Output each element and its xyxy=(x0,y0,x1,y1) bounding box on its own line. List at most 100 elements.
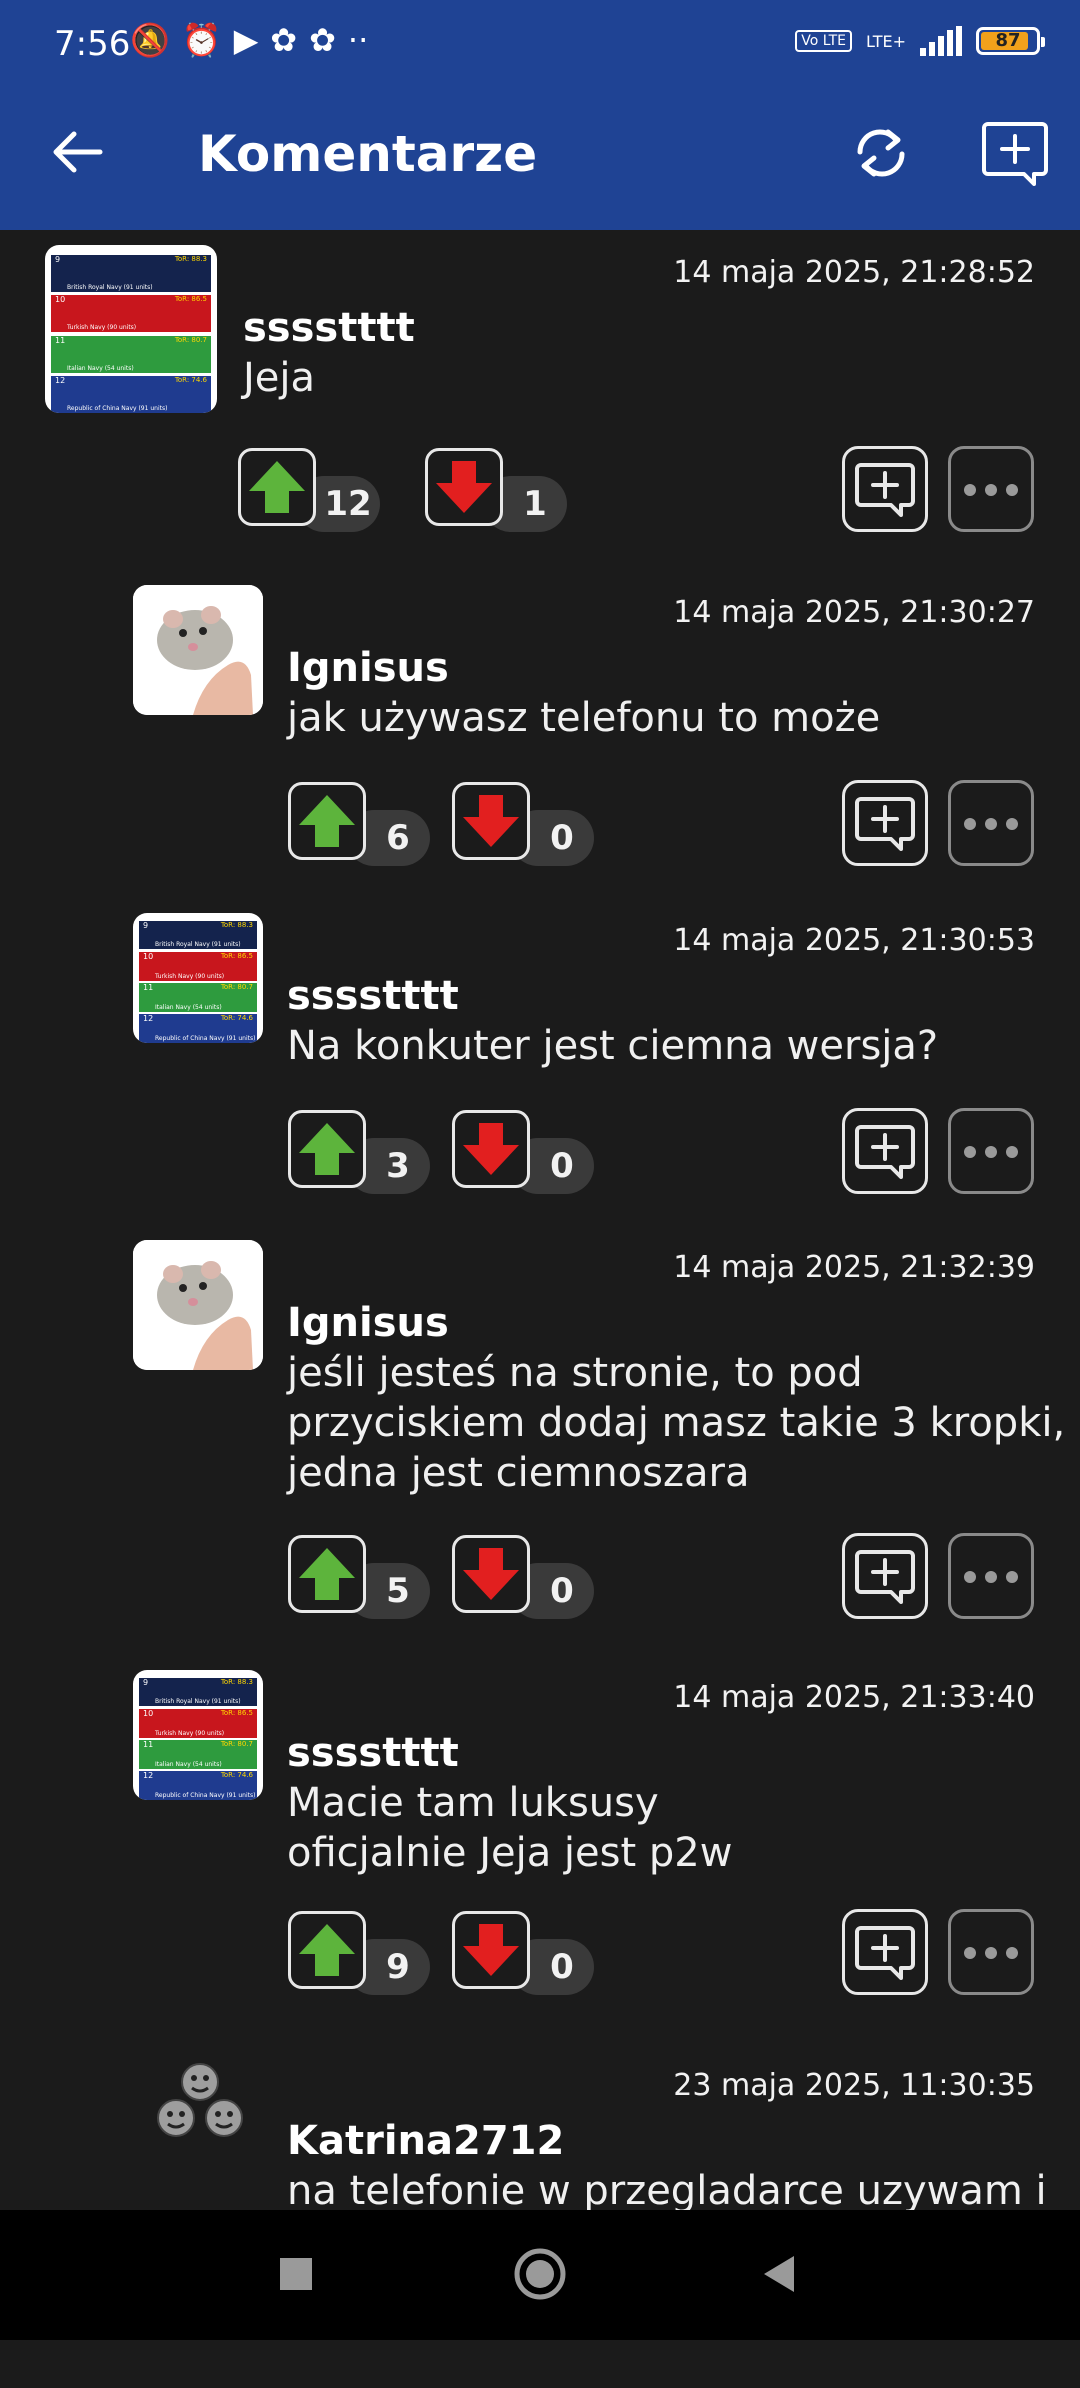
comment-date: 14 maja 2025, 21:30:53 xyxy=(673,923,1035,958)
comment-date: 23 maja 2025, 11:30:35 xyxy=(673,2068,1035,2103)
home-icon[interactable] xyxy=(512,2246,568,2302)
volte-icon: Vo LTE xyxy=(795,30,852,52)
system-navigation-bar xyxy=(0,2210,1080,2340)
flag-row: 12 Republic of China Navy (91 units) ToR: … xyxy=(51,376,211,413)
status-bar: 7:56 🔕 ⏰ ▶ ✿ ✿ ·· Vo LTE LTE+ 87 xyxy=(0,0,1080,95)
more-options-icon xyxy=(951,1940,1031,1961)
more-notifications-icon: ·· xyxy=(347,21,369,59)
more-options-icon xyxy=(951,811,1031,832)
downvote-arrow-icon xyxy=(436,461,492,513)
downvote-button[interactable] xyxy=(452,1535,530,1613)
upvote-arrow-icon xyxy=(299,795,355,847)
avatar[interactable]: 9 British Royal Navy (91 units) ToR: 88.3 1… xyxy=(133,1670,263,1800)
downvote-button[interactable] xyxy=(452,1911,530,1989)
app-notification-icon: ✿ xyxy=(309,21,336,59)
downvote-arrow-icon xyxy=(463,1548,519,1600)
flag-row: 11 Italian Navy (54 units) ToR: 80.7 xyxy=(51,335,211,373)
more-options-button[interactable] xyxy=(948,780,1034,866)
reply-button[interactable] xyxy=(842,1909,928,1995)
comment-text: jak używasz telefonu to może xyxy=(287,695,881,741)
avatar[interactable] xyxy=(133,1240,263,1370)
downvote-button[interactable] xyxy=(452,782,530,860)
avatar[interactable]: 9 British Royal Navy (91 units) ToR: 88.3 1… xyxy=(133,913,263,1043)
comment-item: 14 maja 2025, 21:32:39 Ignisus jeśli jeste… xyxy=(0,1240,1080,1570)
upvote-button[interactable] xyxy=(288,782,366,860)
flag-row: 10 Turkish Navy (90 units) ToR: 86.5 xyxy=(51,295,211,333)
more-options-icon xyxy=(951,477,1031,498)
flag-row: 11 Italian Navy (54 units) ToR: 80.7 xyxy=(139,1740,257,1769)
comment-text: Jeja xyxy=(243,355,316,401)
upvote-button[interactable] xyxy=(238,448,316,526)
back-nav-icon[interactable] xyxy=(760,2246,800,2302)
flag-row: 10 Turkish Navy (90 units) ToR: 86.5 xyxy=(139,1709,257,1738)
comment-date: 14 maja 2025, 21:33:40 xyxy=(673,1680,1035,1715)
comment-username[interactable]: Ignisus xyxy=(287,645,449,691)
system-icons: Vo LTE LTE+ 87 xyxy=(795,26,1045,56)
comment-username[interactable]: sssstttt xyxy=(287,1730,459,1776)
more-options-button[interactable] xyxy=(948,1108,1034,1194)
add-comment-icon[interactable] xyxy=(980,118,1050,188)
lte-label: LTE+ xyxy=(866,31,906,51)
status-time: 7:56 xyxy=(54,24,131,64)
more-options-button[interactable] xyxy=(948,446,1034,532)
upvote-button[interactable] xyxy=(288,1110,366,1188)
mute-icon: 🔕 xyxy=(130,21,170,59)
comment-username[interactable]: sssstttt xyxy=(287,973,459,1019)
alarm-icon: ⏰ xyxy=(181,21,222,59)
comment-date: 14 maja 2025, 21:30:27 xyxy=(673,595,1035,630)
upvote-arrow-icon xyxy=(299,1123,355,1175)
notification-icons: 🔕 ⏰ ▶ ✿ ✿ ·· xyxy=(130,24,368,56)
page-title: Komentarze xyxy=(198,125,538,183)
refresh-icon[interactable] xyxy=(846,118,916,188)
upvote-button[interactable] xyxy=(288,1911,366,1989)
signal-icon xyxy=(920,26,962,56)
reply-button[interactable] xyxy=(842,1108,928,1194)
reply-icon xyxy=(855,1125,915,1179)
flag-row: 9 British Royal Navy (91 units) ToR: 88.3 xyxy=(51,255,211,293)
reply-icon xyxy=(855,463,915,517)
more-options-icon xyxy=(951,1139,1031,1160)
app-notification-icon: ✿ xyxy=(270,21,298,59)
avatar[interactable]: 9 British Royal Navy (91 units) ToR: 88.3 1… xyxy=(45,245,217,413)
comment-username[interactable]: sssstttt xyxy=(243,305,415,351)
comment-text: jeśli jesteś na stronie, to pod przycisk… xyxy=(287,1350,1066,1496)
reply-icon xyxy=(855,1550,915,1604)
reply-button[interactable] xyxy=(842,446,928,532)
recents-icon[interactable] xyxy=(278,2246,314,2302)
comment-text: na telefonie w przegladarce uzywam i xyxy=(287,2168,1047,2214)
flag-row: 9 British Royal Navy (91 units) ToR: 88.3 xyxy=(139,920,257,950)
avatar[interactable] xyxy=(133,585,263,715)
more-options-button[interactable] xyxy=(948,1533,1034,1619)
app-header: 7:56 🔕 ⏰ ▶ ✿ ✿ ·· Vo LTE LTE+ 87 Komenta… xyxy=(0,0,1080,230)
downvote-button[interactable] xyxy=(452,1110,530,1188)
reply-icon xyxy=(855,1926,915,1980)
avatar[interactable] xyxy=(150,2058,250,2158)
flag-row: 11 Italian Navy (54 units) ToR: 80.7 xyxy=(139,983,257,1012)
back-arrow-icon[interactable] xyxy=(48,122,108,182)
downvote-arrow-icon xyxy=(463,1924,519,1976)
comment-text: Macie tam luksusy oficjalnie Jeja jest p… xyxy=(287,1780,733,1876)
upvote-arrow-icon xyxy=(299,1924,355,1976)
upvote-button[interactable] xyxy=(288,1535,366,1613)
comment-username[interactable]: Ignisus xyxy=(287,1300,449,1346)
flag-row: 12 Republic of China Navy (91 units) ToR: … xyxy=(139,1014,257,1043)
flag-row: 10 Turkish Navy (90 units) ToR: 86.5 xyxy=(139,952,257,981)
battery-icon: 87 xyxy=(976,27,1045,55)
flag-row: 9 British Royal Navy (91 units) ToR: 88.3 xyxy=(139,1677,257,1707)
comment-username[interactable]: Katrina2712 xyxy=(287,2118,564,2164)
downvote-arrow-icon xyxy=(463,1123,519,1175)
comment-date: 14 maja 2025, 21:28:52 xyxy=(673,255,1035,290)
downvote-button[interactable] xyxy=(425,448,503,526)
more-options-button[interactable] xyxy=(948,1909,1034,1995)
downvote-arrow-icon xyxy=(463,795,519,847)
reply-icon xyxy=(855,797,915,851)
comment-date: 14 maja 2025, 21:32:39 xyxy=(673,1250,1035,1285)
more-options-icon xyxy=(951,1564,1031,1585)
upvote-arrow-icon xyxy=(299,1548,355,1600)
battery-level: 87 xyxy=(995,30,1021,51)
youtube-icon: ▶ xyxy=(233,21,259,59)
comment-text: Na konkuter jest ciemna wersja? xyxy=(287,1023,939,1069)
reply-button[interactable] xyxy=(842,780,928,866)
reply-button[interactable] xyxy=(842,1533,928,1619)
upvote-arrow-icon xyxy=(249,461,305,513)
